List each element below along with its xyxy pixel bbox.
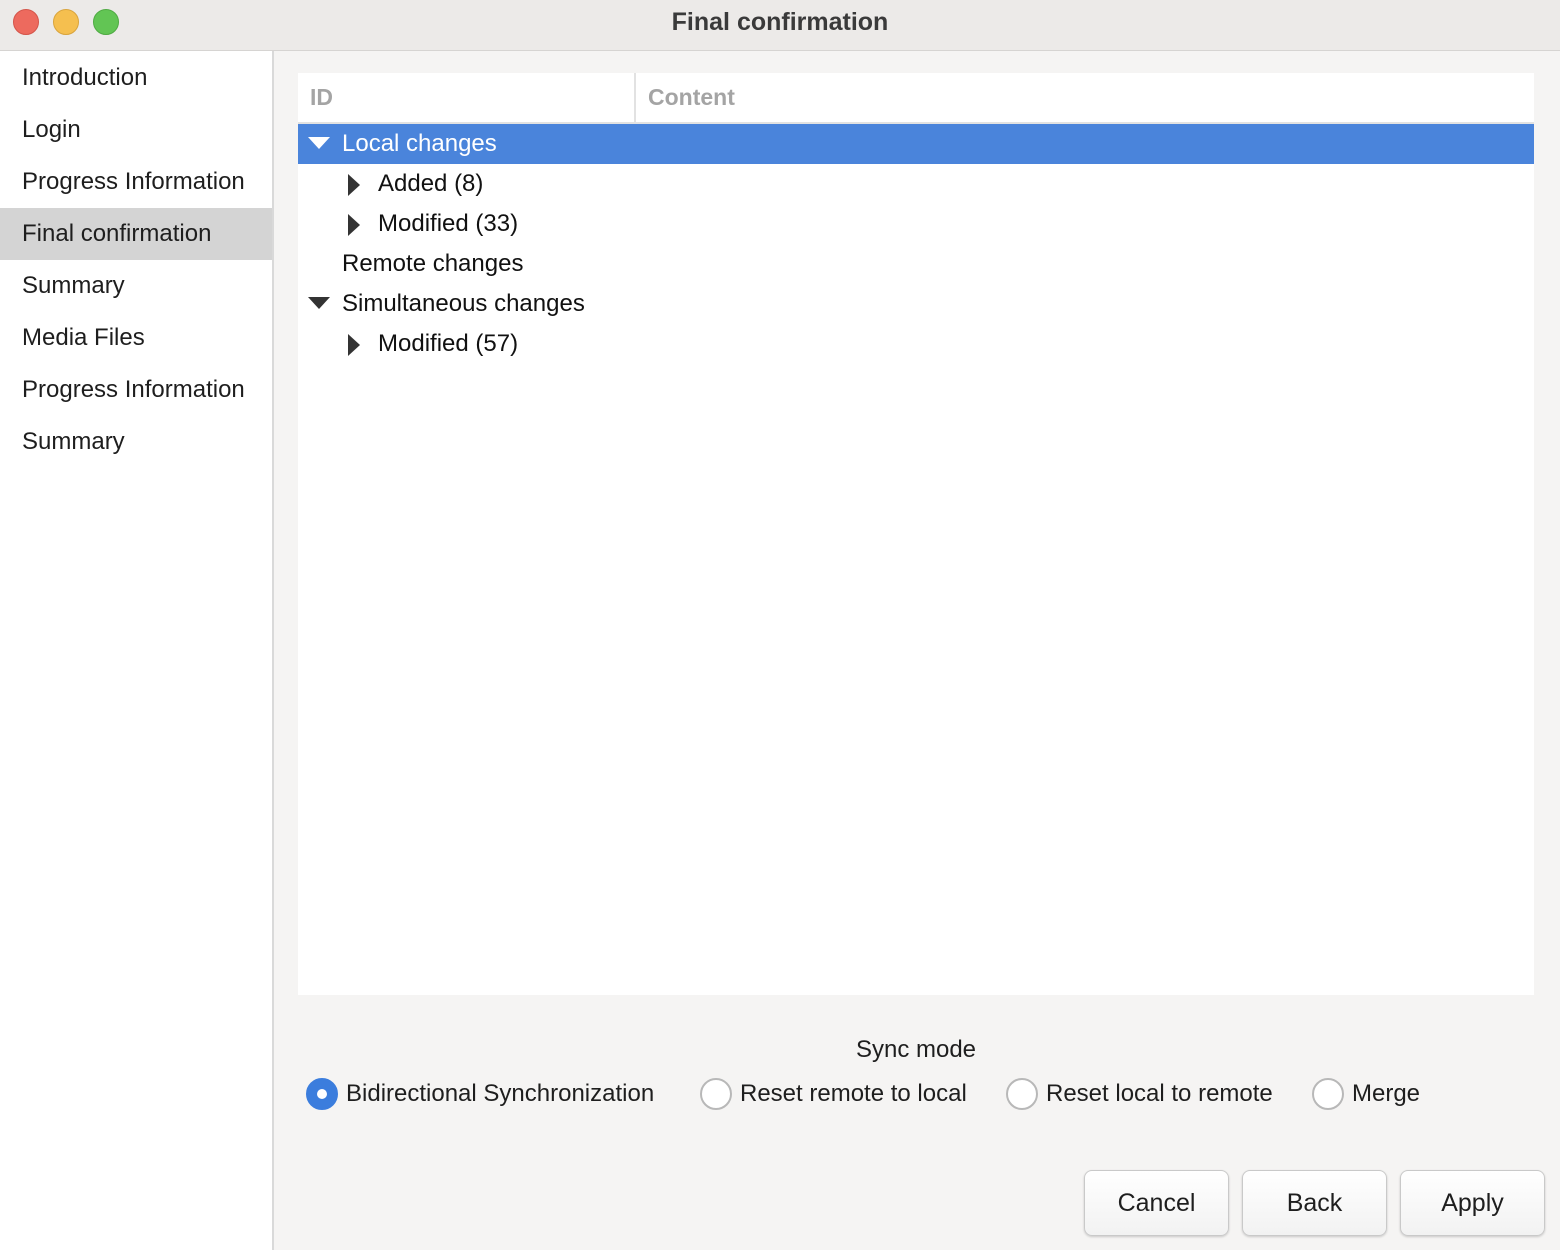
title-bar: Final confirmation [0, 0, 1560, 51]
sidebar-item-media-files[interactable]: Media Files [0, 312, 272, 364]
tree-row-modified-simultaneous[interactable]: Modified (57) [298, 324, 1534, 364]
tree-row-label: Modified (33) [378, 210, 519, 237]
radio-label: Merge [1352, 1080, 1421, 1107]
sidebar-item-summary[interactable]: Summary [0, 260, 272, 312]
column-divider[interactable] [634, 73, 636, 122]
radio-unchecked-icon[interactable] [1006, 1078, 1038, 1110]
changes-tree-view[interactable]: ID Content Local changes Added (8) Modif… [298, 73, 1534, 995]
tree-row-remote-changes[interactable]: Remote changes [298, 244, 1534, 284]
column-header-content[interactable]: Content [648, 73, 735, 122]
cancel-button[interactable]: Cancel [1084, 1170, 1229, 1236]
tree-row-simultaneous-changes[interactable]: Simultaneous changes [298, 284, 1534, 324]
column-header-id[interactable]: ID [310, 73, 333, 122]
sidebar-item-final-confirmation[interactable]: Final confirmation [0, 208, 272, 260]
tree-row-added[interactable]: Added (8) [298, 164, 1534, 204]
tree-header: ID Content [298, 73, 1534, 124]
radio-label: Bidirectional Synchronization [346, 1080, 655, 1107]
tree-row-modified-local[interactable]: Modified (33) [298, 204, 1534, 244]
radio-label: Reset local to remote [1046, 1080, 1273, 1107]
sidebar-item-introduction[interactable]: Introduction [0, 52, 272, 104]
wizard-steps-sidebar: Introduction Login Progress Information … [0, 51, 274, 1250]
sidebar-item-login[interactable]: Login [0, 104, 272, 156]
window-title: Final confirmation [671, 8, 889, 36]
back-button[interactable]: Back [1242, 1170, 1387, 1236]
radio-checked-icon[interactable] [306, 1078, 338, 1110]
sidebar-item-summary-2[interactable]: Summary [0, 416, 272, 468]
tree-row-label: Local changes [342, 130, 497, 157]
expand-arrow-right-icon[interactable] [346, 204, 370, 244]
tree-row-label: Remote changes [342, 250, 524, 277]
tree-row-label: Added (8) [378, 170, 484, 197]
expand-arrow-down-icon[interactable] [307, 284, 331, 324]
radio-unchecked-icon[interactable] [1312, 1078, 1344, 1110]
sync-mode-label: Sync mode [855, 1036, 977, 1063]
tree-row-local-changes[interactable]: Local changes [298, 124, 1534, 164]
tree-row-label: Simultaneous changes [342, 290, 585, 317]
wizard-window: Final confirmation Introduction Login Pr… [0, 0, 1560, 1250]
sidebar-item-progress-information-2[interactable]: Progress Information [0, 364, 272, 416]
expand-arrow-right-icon[interactable] [346, 164, 370, 204]
tree-row-label: Modified (57) [378, 330, 519, 357]
expand-arrow-down-icon[interactable] [307, 124, 331, 164]
expand-arrow-right-icon[interactable] [346, 324, 370, 364]
sidebar-item-progress-information[interactable]: Progress Information [0, 156, 272, 208]
apply-button[interactable]: Apply [1400, 1170, 1545, 1236]
radio-unchecked-icon[interactable] [700, 1078, 732, 1110]
radio-label: Reset remote to local [740, 1080, 967, 1107]
